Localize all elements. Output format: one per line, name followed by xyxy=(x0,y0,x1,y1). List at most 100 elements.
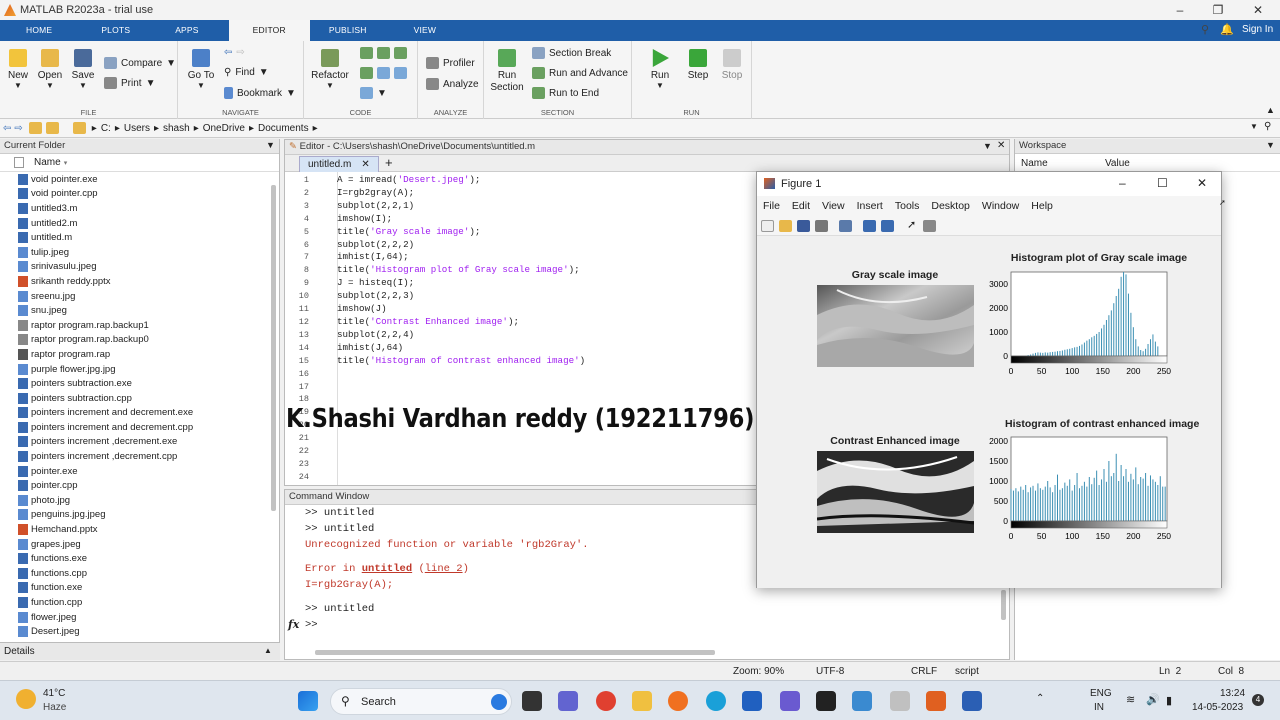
path-segment[interactable]: OneDrive xyxy=(203,123,245,134)
word-icon[interactable] xyxy=(962,691,982,711)
minimize-button[interactable]: – xyxy=(1162,0,1198,20)
close-tab-icon[interactable]: ✕ xyxy=(361,159,369,170)
edge-icon[interactable] xyxy=(706,691,726,711)
file-item[interactable]: tulip.jpeg xyxy=(0,245,279,260)
file-item[interactable]: untitled3.m xyxy=(0,201,279,216)
tab-plots[interactable]: PLOTS xyxy=(71,20,149,41)
tab-untitled-m[interactable]: untitled.m ✕ xyxy=(299,156,379,172)
print-button[interactable]: Print ▼ xyxy=(104,77,155,89)
file-item[interactable]: void pointer.cpp xyxy=(0,187,279,202)
up-folder-icon[interactable] xyxy=(28,122,42,134)
figure-minimize-button[interactable]: – xyxy=(1119,176,1126,190)
collapse-ribbon-icon[interactable]: ▲ xyxy=(1266,105,1275,115)
task-view-icon[interactable] xyxy=(522,691,542,711)
link-plot-icon[interactable] xyxy=(839,220,852,232)
panel-menu-icon[interactable]: ▼ xyxy=(983,141,992,151)
windows-start-icon[interactable] xyxy=(298,691,318,711)
file-item[interactable]: photo.jpg xyxy=(0,493,279,508)
bell-icon[interactable]: 🔔 xyxy=(1220,23,1234,36)
figure-close-button[interactable]: ✕ xyxy=(1197,176,1207,190)
file-item[interactable]: flower.jpeg xyxy=(0,610,279,625)
command-prompt[interactable]: fx >> xyxy=(285,617,1009,633)
file-item[interactable]: pointers increment ,decrement.exe xyxy=(0,435,279,450)
file-item[interactable]: untitled2.m xyxy=(0,216,279,231)
file-item[interactable]: function.cpp xyxy=(0,595,279,610)
chrome-icon[interactable] xyxy=(596,691,616,711)
horizontal-scrollbar[interactable] xyxy=(315,650,715,655)
open-icon[interactable] xyxy=(779,220,792,232)
run-to-end-button[interactable]: Run to End xyxy=(532,87,599,99)
forward-icon[interactable]: ⇨ xyxy=(14,123,22,134)
section-break-button[interactable]: Section Break xyxy=(532,47,611,59)
matlab-taskbar-icon[interactable] xyxy=(926,691,946,711)
tab-editor[interactable]: EDITOR xyxy=(228,20,310,41)
new-tab-icon[interactable]: + xyxy=(385,155,393,171)
file-item[interactable]: purple flower.jpg.jpg xyxy=(0,362,279,377)
sign-in-link[interactable]: Sign In xyxy=(1242,24,1273,35)
compare-button[interactable]: Compare ▼ xyxy=(104,57,176,69)
step-button[interactable]: Step xyxy=(684,49,712,81)
run-and-advance-button[interactable]: Run and Advance xyxy=(532,67,628,79)
app-icon[interactable] xyxy=(852,691,872,711)
clock-time[interactable]: 13:24 xyxy=(1220,688,1245,699)
path-segment[interactable]: shash xyxy=(163,123,190,134)
menu-help[interactable]: Help xyxy=(1025,200,1059,212)
browse-folder-icon[interactable] xyxy=(45,122,59,134)
tab-home[interactable]: HOME xyxy=(0,20,71,41)
figure-maximize-button[interactable]: ☐ xyxy=(1157,176,1168,190)
file-item[interactable]: functions.exe xyxy=(0,551,279,566)
file-item[interactable]: Hemchand.pptx xyxy=(0,522,279,537)
weather-icon[interactable] xyxy=(16,689,36,709)
name-column-header[interactable]: Name xyxy=(1021,158,1048,169)
file-item[interactable]: srinivasulu.jpeg xyxy=(0,260,279,275)
menu-edit[interactable]: Edit xyxy=(786,200,816,212)
wifi-icon[interactable]: ≋ xyxy=(1126,693,1135,706)
stop-button[interactable]: Stop xyxy=(718,49,746,81)
go-to-button[interactable]: Go To ▼ xyxy=(186,49,216,90)
volume-icon[interactable]: 🔊 xyxy=(1146,693,1160,706)
outdent-icon[interactable] xyxy=(394,67,407,79)
menu-file[interactable]: File xyxy=(757,200,786,212)
file-item[interactable]: void pointer.exe xyxy=(0,172,279,187)
error-line-link[interactable]: line 2 xyxy=(425,563,463,575)
profiler-button[interactable]: Profiler xyxy=(426,57,475,69)
details-toggle-icon[interactable]: ▲ xyxy=(264,646,272,655)
percent-icon[interactable] xyxy=(360,47,373,59)
file-item[interactable]: srikanth reddy.pptx xyxy=(0,274,279,289)
smart-indent-button[interactable]: ▼ xyxy=(360,87,387,99)
tab-publish[interactable]: PUBLISH xyxy=(310,20,386,41)
menu-tools[interactable]: Tools xyxy=(889,200,926,212)
battery-icon[interactable]: ▮ xyxy=(1166,694,1172,707)
file-item[interactable]: functions.cpp xyxy=(0,566,279,581)
path-segment[interactable]: Documents xyxy=(258,123,309,134)
colorbar-icon[interactable] xyxy=(863,220,876,232)
fx-icon[interactable] xyxy=(360,67,373,79)
bing-icon[interactable] xyxy=(491,694,507,710)
file-item[interactable]: function.exe xyxy=(0,581,279,596)
file-item[interactable]: pointers subtraction.cpp xyxy=(0,391,279,406)
error-file-link[interactable]: untitled xyxy=(362,563,412,575)
firefox-icon[interactable] xyxy=(668,691,688,711)
dock-icon[interactable]: ➚ xyxy=(1213,198,1232,207)
name-column-header[interactable]: Name ▾ xyxy=(0,154,279,172)
store-icon[interactable] xyxy=(816,691,836,711)
save-button[interactable]: Save ▼ xyxy=(70,49,96,90)
maximize-button[interactable]: ❐ xyxy=(1200,0,1236,20)
defender-icon[interactable] xyxy=(742,691,762,711)
file-item[interactable]: grapes.jpeg xyxy=(0,537,279,552)
file-item[interactable]: snu.jpeg xyxy=(0,303,279,318)
app-icon[interactable] xyxy=(890,691,910,711)
tab-view[interactable]: VIEW xyxy=(386,20,456,41)
menu-window[interactable]: Window xyxy=(976,200,1025,212)
back-icon[interactable]: ⇦ xyxy=(3,123,11,134)
find-button[interactable]: ⚲ Find ▼ xyxy=(224,67,269,78)
legend-icon[interactable] xyxy=(881,220,894,232)
path-segment[interactable]: C: xyxy=(101,123,111,134)
open-button[interactable]: Open ▼ xyxy=(37,49,63,90)
search-icon[interactable]: ⚲ xyxy=(1201,23,1209,36)
notification-badge[interactable]: 4 xyxy=(1252,694,1264,706)
forward-arrow-icon[interactable]: ⇨ xyxy=(236,47,244,58)
file-item[interactable]: pointers increment and decrement.cpp xyxy=(0,420,279,435)
file-item[interactable]: pointers increment and decrement.exe xyxy=(0,406,279,421)
weather-temp[interactable]: 41°C xyxy=(43,688,65,699)
